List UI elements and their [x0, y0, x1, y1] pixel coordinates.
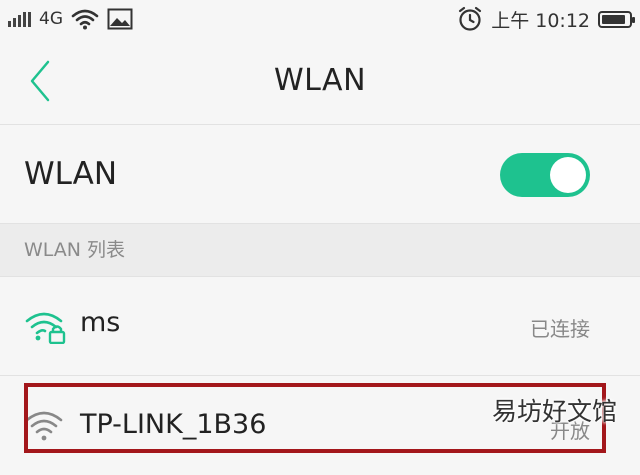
- network-type: 4G: [39, 9, 63, 29]
- watermark-text: 易坊好文馆: [492, 397, 618, 426]
- wifi-status-icon: [71, 9, 99, 30]
- image-notification-icon: [107, 8, 133, 30]
- wifi-lock-icon: [25, 312, 66, 344]
- status-bar: 4G 上午 10:12: [0, 0, 640, 38]
- status-left: 4G: [8, 6, 133, 32]
- wlan-toggle-label: WLAN: [24, 156, 118, 192]
- network-row[interactable]: ms 已连接: [0, 277, 640, 376]
- alarm-clock-icon: [459, 6, 482, 31]
- network-ssid: TP-LINK_1B36: [80, 409, 267, 440]
- wlan-list-header: WLAN 列表: [0, 224, 640, 277]
- network-ssid: ms: [80, 307, 121, 338]
- page-title: WLAN: [273, 63, 367, 98]
- network-status: 已连接: [530, 317, 590, 341]
- battery-icon: [598, 10, 635, 28]
- toggle-knob: [550, 157, 586, 193]
- wlan-toggle-row: WLAN: [0, 125, 640, 224]
- battery-level-fill: [602, 14, 626, 24]
- status-right: 上午 10:12: [457, 5, 635, 33]
- page-header: WLAN: [0, 38, 640, 125]
- signal-icon: [8, 11, 31, 27]
- section-label: WLAN 列表: [24, 239, 126, 261]
- wlan-toggle-switch[interactable]: [500, 153, 590, 197]
- status-time: 上午 10:12: [491, 9, 590, 32]
